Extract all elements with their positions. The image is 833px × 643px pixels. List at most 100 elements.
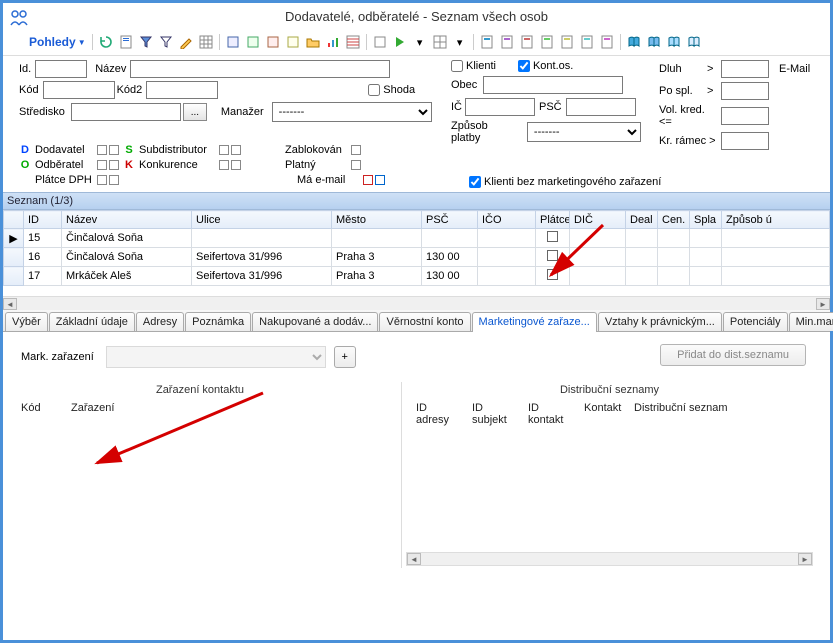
col-cen[interactable]: Cen. bbox=[658, 211, 690, 229]
table-row[interactable]: ▶ 15 Činčalová Soňa bbox=[4, 229, 830, 248]
tool-grid2-icon[interactable] bbox=[431, 33, 449, 51]
filter-far-right-col: Dluh > E-Mail Po spl. > Vol. kred. <= Kr… bbox=[659, 60, 827, 154]
zpusob-select[interactable]: ------- bbox=[527, 122, 641, 142]
report5-icon[interactable] bbox=[558, 33, 576, 51]
mark-zarazeni-row: Mark. zařazení + bbox=[21, 346, 356, 368]
kod-input[interactable] bbox=[43, 81, 115, 99]
pospl-input[interactable] bbox=[721, 82, 769, 100]
tab-vernostni[interactable]: Věrnostní konto bbox=[379, 312, 470, 331]
tool1-icon[interactable] bbox=[371, 33, 389, 51]
book1-icon[interactable] bbox=[625, 33, 643, 51]
col-ulice[interactable]: Ulice bbox=[192, 211, 332, 229]
manazer-select[interactable]: ------- bbox=[272, 102, 432, 122]
col-psc[interactable]: PSČ bbox=[422, 211, 478, 229]
cell-ulice bbox=[192, 229, 332, 248]
book2-icon[interactable] bbox=[645, 33, 663, 51]
col-deal[interactable]: Deal bbox=[626, 211, 658, 229]
cell-mesto bbox=[332, 229, 422, 248]
col-mesto[interactable]: Město bbox=[332, 211, 422, 229]
tab-nakupovane[interactable]: Nakupované a dodáv... bbox=[252, 312, 378, 331]
stredisko-browse-button[interactable]: ... bbox=[183, 103, 207, 121]
tool-down-icon[interactable]: ▾ bbox=[411, 33, 429, 51]
obec-input[interactable] bbox=[483, 76, 623, 94]
form1-icon[interactable] bbox=[224, 33, 242, 51]
funnel-icon[interactable] bbox=[157, 33, 175, 51]
name-input[interactable] bbox=[130, 60, 390, 78]
report4-icon[interactable] bbox=[538, 33, 556, 51]
tab-adresy[interactable]: Adresy bbox=[136, 312, 184, 331]
psc-label: PSČ bbox=[539, 101, 566, 113]
col-platce[interactable]: Plátce bbox=[536, 211, 570, 229]
scroll-right-icon[interactable]: ► bbox=[816, 298, 830, 310]
platce-checkbox[interactable] bbox=[547, 231, 558, 242]
edit-icon[interactable] bbox=[177, 33, 195, 51]
kod2-input[interactable] bbox=[146, 81, 218, 99]
tab-potencialy[interactable]: Potenciály bbox=[723, 312, 788, 331]
form2-icon[interactable] bbox=[244, 33, 262, 51]
grid-icon[interactable] bbox=[197, 33, 215, 51]
tab-minmarze[interactable]: Min.marže bbox=[789, 312, 833, 331]
scroll-left-icon[interactable]: ◄ bbox=[3, 298, 17, 310]
report2-icon[interactable] bbox=[498, 33, 516, 51]
chart-icon[interactable] bbox=[324, 33, 342, 51]
report1-icon[interactable] bbox=[478, 33, 496, 51]
col-zpusob[interactable]: Způsob ú bbox=[722, 211, 830, 229]
platce-checkbox[interactable] bbox=[547, 250, 558, 261]
col-dic[interactable]: DIČ bbox=[570, 211, 626, 229]
col-zarazeni: Zařazení bbox=[71, 402, 128, 414]
refresh-icon[interactable] bbox=[97, 33, 115, 51]
results-grid[interactable]: ID Název Ulice Město PSČ IČO Plátce DIČ … bbox=[3, 210, 830, 286]
tab-zakladni[interactable]: Základní údaje bbox=[49, 312, 135, 331]
col-nazev[interactable]: Název bbox=[62, 211, 192, 229]
klienti-checkbox[interactable] bbox=[451, 60, 463, 72]
report6-icon[interactable] bbox=[578, 33, 596, 51]
report7-icon[interactable] bbox=[598, 33, 616, 51]
folder-icon[interactable] bbox=[304, 33, 322, 51]
psc-input[interactable] bbox=[566, 98, 636, 116]
tool-play-icon[interactable] bbox=[391, 33, 409, 51]
table-row[interactable]: 17 Mrkáček Aleš Seifertova 31/996 Praha … bbox=[4, 267, 830, 286]
scroll-left-icon[interactable]: ◄ bbox=[407, 553, 421, 565]
stredisko-input[interactable] bbox=[71, 103, 181, 121]
form3-icon[interactable] bbox=[264, 33, 282, 51]
mark-zarazeni-select[interactable] bbox=[106, 346, 326, 368]
dluh-label: Dluh bbox=[659, 63, 707, 75]
views-dropdown[interactable]: Pohledy ▼ bbox=[29, 35, 86, 49]
window-title: Dodavatelé, odběratelé - Seznam všech os… bbox=[285, 9, 548, 24]
dist-hscrollbar[interactable]: ◄ ► bbox=[406, 552, 813, 566]
doc-icon[interactable] bbox=[117, 33, 135, 51]
col-idadresy: ID adresy bbox=[416, 402, 472, 426]
scroll-right-icon[interactable]: ► bbox=[798, 553, 812, 565]
report3-icon[interactable] bbox=[518, 33, 536, 51]
tab-vztahy[interactable]: Vztahy k právnickým... bbox=[598, 312, 722, 331]
col-kontakt: Kontakt bbox=[584, 402, 634, 426]
add-mark-button[interactable]: + bbox=[334, 346, 356, 368]
id-input[interactable] bbox=[35, 60, 87, 78]
shoda-checkbox[interactable] bbox=[368, 84, 380, 96]
manazer-label: Manažer bbox=[221, 106, 268, 118]
list-icon[interactable] bbox=[344, 33, 362, 51]
add-dist-button[interactable]: Přidat do dist.seznamu bbox=[660, 344, 806, 366]
dluh-input[interactable] bbox=[721, 60, 769, 78]
form4-icon[interactable] bbox=[284, 33, 302, 51]
col-ico[interactable]: IČO bbox=[478, 211, 536, 229]
platce-checkbox[interactable] bbox=[547, 269, 558, 280]
grid-hscrollbar[interactable]: ◄ ► bbox=[3, 296, 830, 310]
table-row[interactable]: 16 Činčalová Soňa Seifertova 31/996 Prah… bbox=[4, 248, 830, 267]
tab-marketingove[interactable]: Marketingové zařaze... bbox=[472, 312, 597, 332]
ic-input[interactable] bbox=[465, 98, 535, 116]
cell-id: 15 bbox=[24, 229, 62, 248]
col-id[interactable]: ID bbox=[24, 211, 62, 229]
platny-label: Platný bbox=[285, 159, 349, 171]
tab-vyber[interactable]: Výběr bbox=[5, 312, 48, 331]
tab-poznamka[interactable]: Poznámka bbox=[185, 312, 251, 331]
book3-icon[interactable] bbox=[665, 33, 683, 51]
col-spla[interactable]: Spla bbox=[690, 211, 722, 229]
book4-icon[interactable] bbox=[685, 33, 703, 51]
kontos-checkbox[interactable] bbox=[518, 60, 530, 72]
volkred-input[interactable] bbox=[721, 107, 769, 125]
krramec-input[interactable] bbox=[721, 132, 769, 150]
tool-down2-icon[interactable]: ▾ bbox=[451, 33, 469, 51]
funnel-sort-icon[interactable] bbox=[137, 33, 155, 51]
klienti-bez-checkbox[interactable] bbox=[469, 176, 481, 188]
